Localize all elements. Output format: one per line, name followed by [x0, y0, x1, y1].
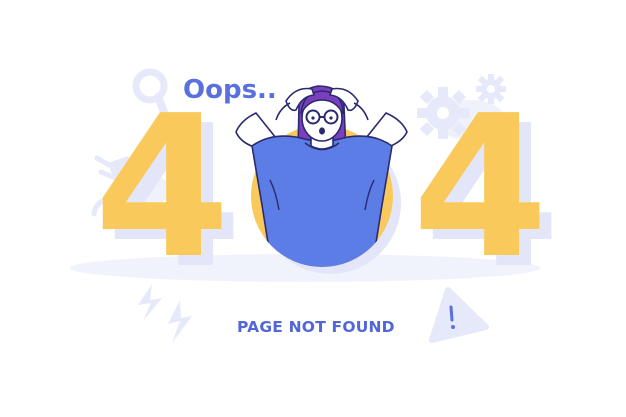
svg-text:4: 4	[94, 74, 230, 302]
digit-right-4: 4 4	[412, 74, 560, 312]
error-404-illustration: Oops.. 4 4 4 4 PAGE NOT FOUND	[70, 68, 560, 343]
page-not-found-message: PAGE NOT FOUND	[237, 318, 395, 336]
digit-left-4: 4 4	[94, 74, 242, 312]
svg-text:4: 4	[412, 74, 548, 302]
